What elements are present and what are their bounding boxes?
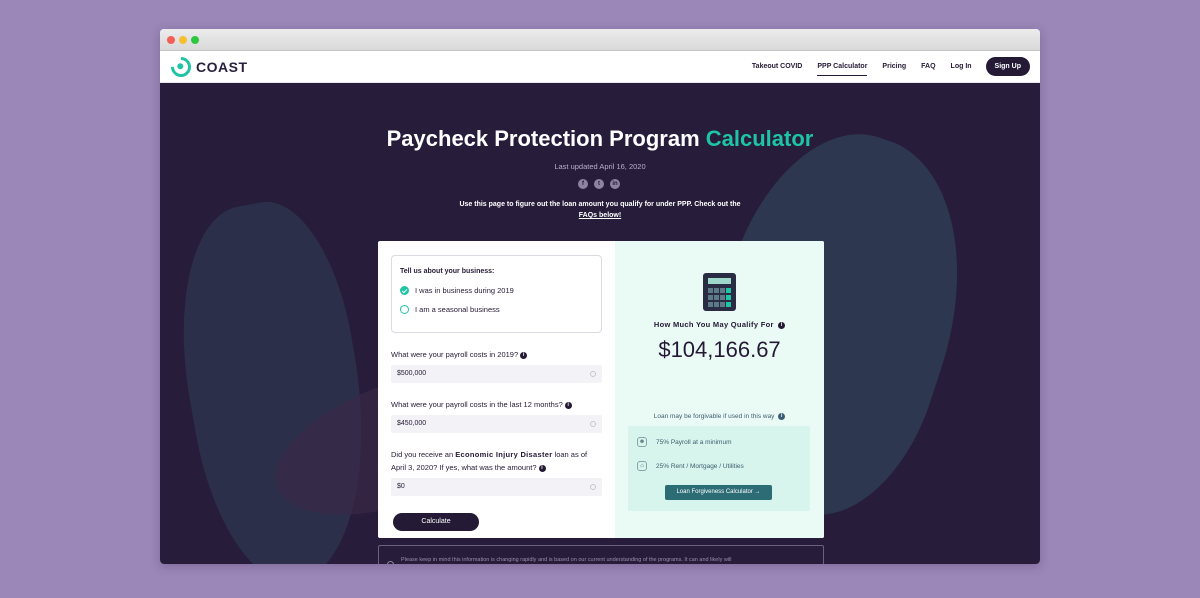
- info-icon[interactable]: i: [564, 402, 572, 409]
- coast-logo-icon: [166, 52, 196, 82]
- option-seasonal-business[interactable]: I am a seasonal business: [400, 305, 593, 314]
- disclaimer-text: Please keep in mind this information is …: [401, 557, 732, 563]
- faqs-link[interactable]: FAQs below!: [160, 210, 1040, 221]
- payroll-row: ☻ 75% Payroll at a minimum: [637, 437, 732, 447]
- info-icon[interactable]: i: [520, 352, 528, 359]
- nav-link-takeout-covid[interactable]: Takeout COVID: [752, 58, 802, 75]
- browser-window: COAST Takeout COVID PPP Calculator Prici…: [160, 29, 1040, 564]
- question-label: What were your payroll costs in the last…: [391, 400, 563, 409]
- payroll-text: 75% Payroll at a minimum: [656, 438, 732, 446]
- info-icon[interactable]: i: [538, 465, 546, 472]
- last-updated: Last updated April 16, 2020: [554, 162, 646, 171]
- field-value: $500,000: [397, 370, 427, 377]
- qualify-amount: $104,166.67: [658, 337, 781, 362]
- info-icon[interactable]: i: [778, 413, 786, 420]
- business-type-box: Tell us about your business: I was in bu…: [391, 255, 602, 333]
- question-prefix: Did you receive an: [391, 450, 454, 459]
- result-panel: How Much You May Qualify For i $104,166.…: [615, 241, 824, 538]
- question-payroll-12-months: What were your payroll costs in the last…: [391, 398, 602, 411]
- page-title-main: Paycheck Protection Program: [386, 126, 700, 151]
- question-bold: Economic Injury Disaster: [455, 450, 553, 459]
- alert-icon: [387, 561, 394, 564]
- social-share: f t in: [578, 179, 626, 189]
- minimize-window-button[interactable]: [179, 36, 187, 44]
- rent-row: ⌂ 25% Rent / Mortgage / Utilities: [637, 461, 744, 471]
- hero-section: Paycheck Protection Program Calculator L…: [160, 83, 1040, 564]
- disclaimer-box: Please keep in mind this information is …: [378, 545, 824, 564]
- field-status-icon: [590, 484, 596, 490]
- loan-forgiveness-calculator-button[interactable]: Loan Forgiveness Calculator →: [665, 485, 772, 500]
- facebook-icon[interactable]: f: [578, 179, 588, 189]
- rent-text: 25% Rent / Mortgage / Utilities: [656, 462, 744, 470]
- nav-link-ppp-calculator[interactable]: PPP Calculator: [817, 58, 868, 76]
- eidl-amount-input[interactable]: $0: [391, 478, 602, 496]
- nav-link-log-in[interactable]: Log In: [951, 58, 972, 75]
- payroll-12-months-input[interactable]: $450,000: [391, 415, 602, 433]
- intro-text: Use this page to figure out the loan amo…: [160, 199, 1040, 221]
- forgiveness-box: ☻ 75% Payroll at a minimum ⌂ 25% Rent / …: [628, 426, 810, 511]
- calculator-icon: [703, 273, 736, 311]
- radio-unchecked-icon[interactable]: [400, 305, 409, 314]
- question-payroll-2019: What were your payroll costs in 2019? i: [391, 348, 602, 361]
- intro-line: Use this page to figure out the loan amo…: [459, 201, 741, 208]
- nav-links: Takeout COVID PPP Calculator Pricing FAQ…: [737, 57, 1030, 76]
- page-title: Paycheck Protection Program Calculator: [160, 126, 1040, 152]
- top-nav: COAST Takeout COVID PPP Calculator Prici…: [160, 51, 1040, 83]
- qualify-label: How Much You May Qualify For i: [615, 320, 824, 329]
- twitter-icon[interactable]: t: [594, 179, 604, 189]
- field-value: $450,000: [397, 420, 427, 427]
- forgivable-note: Loan may be forgivable if used in this w…: [615, 413, 824, 420]
- coast-logo[interactable]: COAST: [166, 52, 248, 82]
- calculator-form: Tell us about your business: I was in bu…: [378, 241, 615, 538]
- business-type-title: Tell us about your business:: [400, 268, 495, 275]
- forgivable-text: Loan may be forgivable if used in this w…: [653, 413, 775, 420]
- qualify-text: How Much You May Qualify For: [653, 320, 774, 329]
- people-icon: ☻: [637, 437, 647, 447]
- question-eidl: Did you receive an Economic Injury Disas…: [391, 448, 602, 474]
- nav-link-faq[interactable]: FAQ: [921, 58, 935, 75]
- option-label: I am a seasonal business: [415, 305, 500, 314]
- zoom-window-button[interactable]: [191, 36, 199, 44]
- field-status-icon: [590, 421, 596, 427]
- question-label: What were your payroll costs in 2019?: [391, 350, 519, 359]
- option-in-business-2019[interactable]: I was in business during 2019: [400, 286, 593, 295]
- nav-link-pricing[interactable]: Pricing: [882, 58, 906, 75]
- option-label: I was in business during 2019: [415, 286, 514, 295]
- sign-up-button[interactable]: Sign Up: [985, 57, 1030, 76]
- linkedin-icon[interactable]: in: [610, 179, 620, 189]
- close-window-button[interactable]: [167, 36, 175, 44]
- calculate-button[interactable]: Calculate: [393, 513, 479, 531]
- logo-text: COAST: [196, 59, 248, 75]
- calculator-card: Tell us about your business: I was in bu…: [378, 241, 824, 538]
- payroll-2019-input[interactable]: $500,000: [391, 365, 602, 383]
- house-icon: ⌂: [637, 461, 647, 471]
- title-bar: [160, 29, 1040, 51]
- field-value: $0: [397, 483, 405, 490]
- page-title-accent: Calculator: [705, 126, 814, 151]
- radio-checked-icon[interactable]: [400, 286, 409, 295]
- field-status-icon: [590, 371, 596, 377]
- info-icon[interactable]: i: [778, 322, 786, 329]
